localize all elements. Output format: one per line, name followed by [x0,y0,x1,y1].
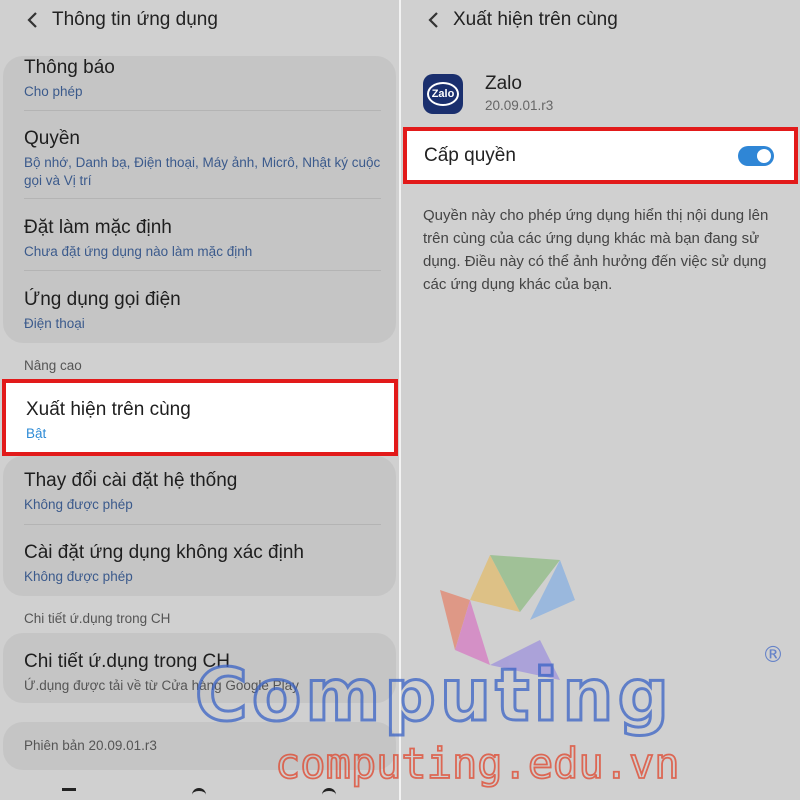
force-stop-icon[interactable] [322,788,336,800]
open-icon[interactable] [62,788,76,800]
app-info-panel: Thông tin ứng dụng Thông báo Cho phép Qu… [0,0,399,800]
permission-description: Quyền này cho phép ứng dụng hiển thị nội… [423,207,769,293]
version-label: Phiên bản 20.09.01.r3 [24,738,157,753]
divider [24,270,381,271]
permissions-item[interactable]: Quyền Bộ nhớ, Danh bạ, Điện thoại, Máy ả… [24,127,385,190]
calling-app-item[interactable]: Ứng dụng gọi điện Điện thoại [24,288,385,333]
divider [24,198,381,199]
item-title: Đặt làm mặc định [24,217,172,238]
item-title: Thông báo [24,57,115,78]
store-details-item[interactable]: Chi tiết ứ.dụng trong CH Ứ.dụng được tải… [24,650,385,695]
permission-toggle[interactable] [738,146,774,166]
appear-on-top-header: Xuất hiện trên cùng [401,0,800,40]
item-title: Ứng dụng gọi điện [24,289,181,310]
item-subtitle: Chưa đặt ứng dụng nào làm mặc định [24,244,253,259]
item-subtitle: Không được phép [24,497,133,512]
item-title: Thay đổi cài đặt hệ thống [24,470,238,491]
bottom-action-bar [0,788,399,800]
item-title: Cài đặt ứng dụng không xác định [24,542,304,563]
zalo-app-icon: Zalo [423,74,463,114]
item-subtitle: Cho phép [24,84,83,99]
item-subtitle: Điện thoại [24,316,85,331]
back-arrow-icon[interactable] [413,0,453,40]
appear-on-top-item[interactable]: Xuất hiện trên cùng Bật [2,379,398,456]
divider [24,524,381,525]
install-unknown-apps-item[interactable]: Cài đặt ứng dụng không xác định Không đư… [24,541,385,586]
app-info-header: Thông tin ứng dụng [0,0,399,40]
set-default-item[interactable]: Đặt làm mặc định Chưa đặt ứng dụng nào l… [24,216,385,261]
notifications-item[interactable]: Thông báo Cho phép [24,56,385,101]
section-label-store: Chi tiết ứ.dụng trong CH [24,611,171,626]
item-subtitle: Bộ nhớ, Danh bạ, Điện thoại, Máy ảnh, Mi… [24,155,381,188]
modify-system-settings-item[interactable]: Thay đổi cài đặt hệ thống Không được phé… [24,469,385,514]
item-title: Chi tiết ứ.dụng trong CH [24,651,230,672]
page-title: Thông tin ứng dụng [52,9,218,30]
app-icon-text: Zalo [427,82,459,106]
back-arrow-icon[interactable] [12,0,52,40]
divider [24,110,381,111]
section-label-advanced: Nâng cao [24,358,82,373]
item-subtitle: Không được phép [24,569,133,584]
permission-label: Cấp quyền [424,144,516,166]
page-title: Xuất hiện trên cùng [453,9,618,30]
toggle-knob [757,149,771,163]
item-subtitle: Ứ.dụng được tải về từ Cửa hàng Google Pl… [24,678,299,693]
item-subtitle: Bật [26,426,47,441]
grant-permission-row[interactable]: Cấp quyền [403,127,798,184]
uninstall-icon[interactable] [192,788,206,800]
app-version: 20.09.01.r3 [485,98,554,113]
item-title: Xuất hiện trên cùng [26,399,191,420]
app-name: Zalo [485,73,522,94]
item-title: Quyền [24,128,80,149]
appear-on-top-panel: Xuất hiện trên cùng Zalo Zalo 20.09.01.r… [401,0,800,800]
